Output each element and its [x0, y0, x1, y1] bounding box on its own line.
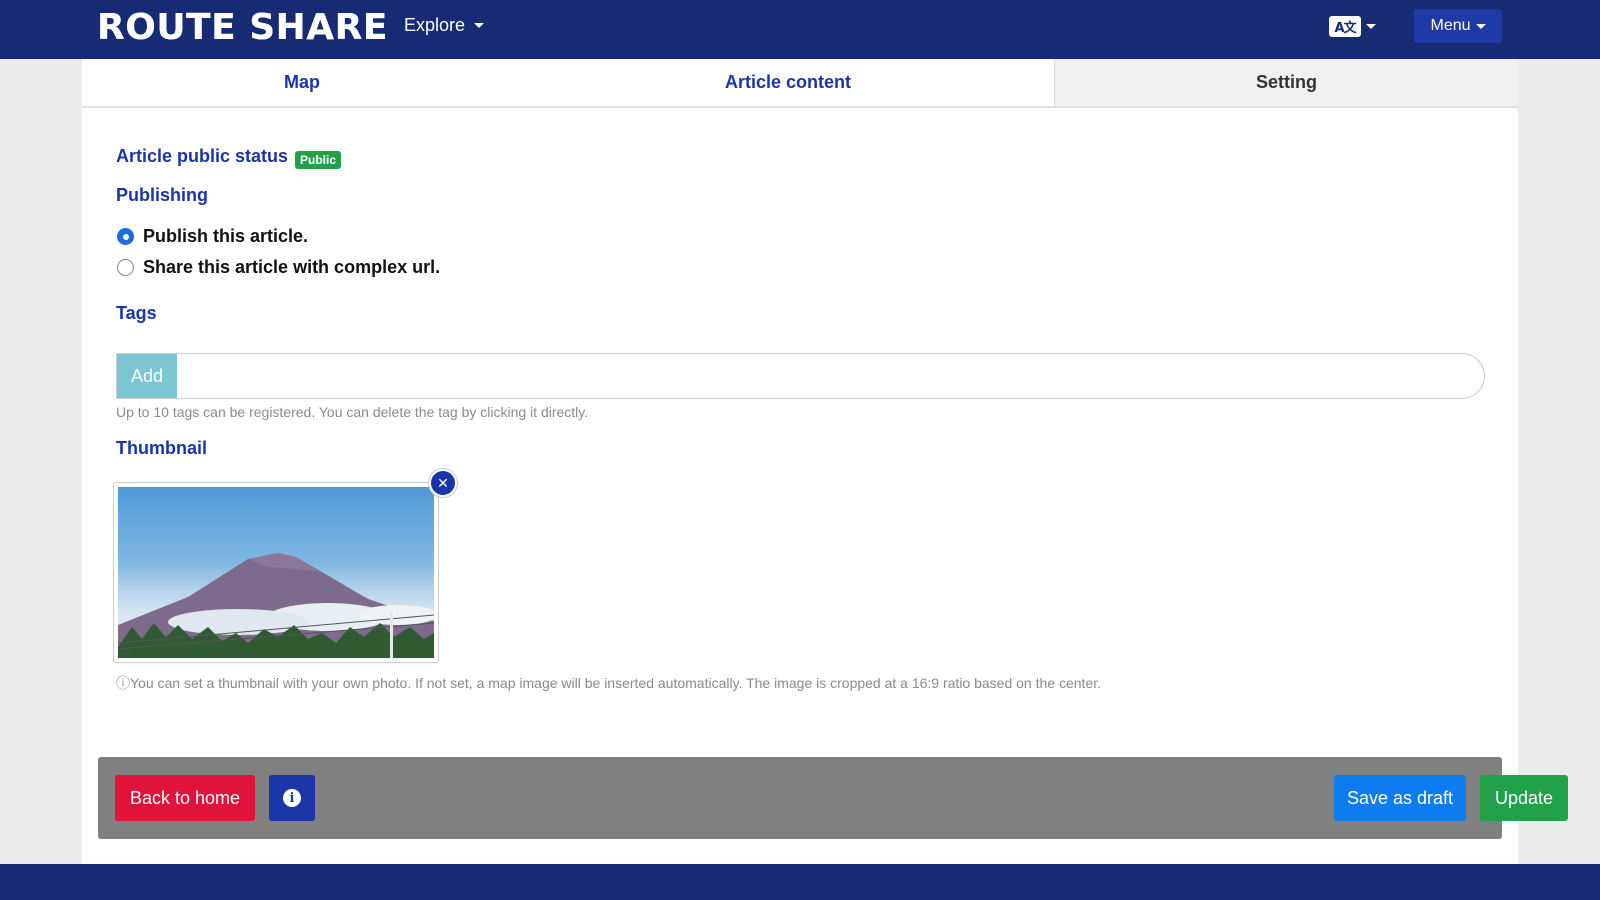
- translate-icon: A文: [1329, 16, 1361, 37]
- radio-button[interactable]: [117, 259, 134, 276]
- close-icon: ✕: [437, 474, 449, 491]
- explore-dropdown[interactable]: Explore: [404, 15, 485, 36]
- site-logo[interactable]: ROUTE SHARE: [97, 8, 388, 48]
- chevron-down-icon: [1475, 23, 1486, 29]
- tag-input[interactable]: [177, 354, 1484, 398]
- save-as-draft-button[interactable]: Save as draft: [1334, 775, 1466, 821]
- menu-label: Menu: [1430, 17, 1471, 34]
- page-footer: [0, 864, 1600, 900]
- thumbnail-image: [118, 487, 434, 658]
- publishing-label: Publishing: [116, 185, 208, 205]
- tag-input-group: Add: [116, 353, 1485, 399]
- thumbnail-label: Thumbnail: [116, 438, 207, 458]
- main-container: Map Article content Setting Article publ…: [82, 59, 1568, 864]
- explore-label: Explore: [404, 15, 466, 35]
- info-button[interactable]: i: [269, 775, 315, 821]
- radio-share-complex-url[interactable]: Share this article with complex url.: [117, 257, 440, 278]
- radio-button[interactable]: [117, 228, 134, 245]
- top-navbar: ROUTE SHARE Explore A文 Menu: [0, 0, 1600, 59]
- menu-button[interactable]: Menu: [1414, 9, 1502, 43]
- tab-map[interactable]: Map: [82, 59, 522, 106]
- action-bar: Back to home i Save as draft Update: [98, 757, 1568, 839]
- radio-label: Share this article with complex url.: [143, 257, 441, 277]
- tags-help-text: Up to 10 tags can be registered. You can…: [116, 404, 589, 420]
- update-button[interactable]: Update: [1480, 775, 1568, 821]
- editor-tabs: Map Article content Setting: [82, 59, 1518, 108]
- tab-setting[interactable]: Setting: [1054, 59, 1518, 106]
- thumbnail-preview: [113, 482, 439, 663]
- public-status-label: Article public status: [116, 146, 289, 166]
- tab-article-content[interactable]: Article content: [522, 59, 1054, 106]
- info-icon: i: [283, 789, 301, 807]
- tags-label: Tags: [116, 303, 157, 323]
- status-badge: Public: [295, 151, 342, 169]
- thumbnail-help-text: ⓘYou can set a thumbnail with your own p…: [116, 675, 1101, 691]
- language-dropdown[interactable]: A文: [1329, 16, 1376, 37]
- remove-thumbnail-button[interactable]: ✕: [429, 469, 457, 497]
- back-to-home-button[interactable]: Back to home: [115, 775, 255, 821]
- chevron-down-icon: [474, 23, 485, 28]
- radio-label: Publish this article.: [143, 226, 309, 246]
- add-tag-button[interactable]: Add: [117, 354, 177, 398]
- chevron-down-icon: [1366, 24, 1376, 29]
- radio-publish-article[interactable]: Publish this article.: [117, 226, 308, 247]
